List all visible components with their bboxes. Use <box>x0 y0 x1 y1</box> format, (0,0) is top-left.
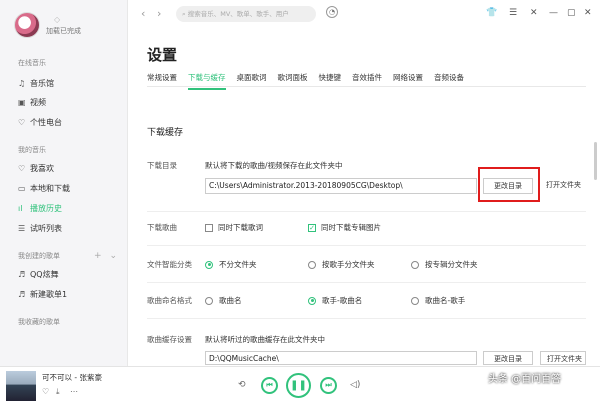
divider <box>147 245 586 246</box>
listen-recognize-icon[interactable]: ◔ <box>326 6 338 18</box>
sidebar-item-video[interactable]: ▣ 视频 <box>18 95 46 109</box>
checkbox-icon <box>205 223 213 232</box>
open-folder-button[interactable]: 打开文件夹 <box>540 178 586 194</box>
sidebar-item-playlist-new1[interactable]: ♬ 新建歌单1 <box>18 287 67 301</box>
naming-radio-song-artist[interactable]: 歌曲名-歌手 <box>411 295 465 306</box>
download-dir-path[interactable]: C:\Users\Administrator.2013-20180905CG\D… <box>205 178 477 194</box>
sidebar-item-playlist-qqxw[interactable]: ♬ QQ炫舞 <box>18 267 59 281</box>
classify-radio-none[interactable]: 不分文件夹 <box>205 259 257 270</box>
music-hall-icon: ♫ <box>18 78 26 88</box>
load-status: 加载已完成 <box>46 26 81 35</box>
section-collected-playlists[interactable]: 我收藏的歌单 <box>18 317 60 327</box>
tab-network[interactable]: 网络设置 <box>393 72 423 90</box>
radio-icon <box>308 260 316 269</box>
next-icon[interactable]: ⏭ <box>320 377 337 394</box>
tab-audio-device[interactable]: 音频设备 <box>434 72 464 90</box>
minimize-icon[interactable]: — <box>549 8 558 18</box>
checkmark-icon: ✓ <box>308 223 316 232</box>
sidebar-item-favorites[interactable]: ♡ 我喜欢 <box>18 161 54 175</box>
download-icon[interactable]: ⤓ <box>56 387 60 397</box>
like-icon[interactable]: ♡ <box>42 387 49 396</box>
heart-icon: ♡ <box>18 163 26 173</box>
section-created-playlists: 我创建的歌单 <box>18 252 60 260</box>
menu-icon[interactable]: ☰ <box>509 8 517 18</box>
sidebar-item-radio[interactable]: ♡ 个性电台 <box>18 115 62 129</box>
tab-download-cache[interactable]: 下载与缓存 <box>188 72 226 90</box>
avatar[interactable] <box>14 12 40 38</box>
radio-selected-icon <box>308 296 316 305</box>
sidebar-item-music-hall[interactable]: ♫ 音乐馆 <box>18 76 54 90</box>
tab-desktop-lyrics[interactable]: 桌面歌词 <box>237 72 267 90</box>
sidebar: ◇ 加载已完成 在线音乐 ♫ 音乐馆 ▣ 视频 ♡ 个性电台 我的音乐 ♡ 我喜… <box>0 0 128 366</box>
trial-icon: ☰ <box>18 223 26 233</box>
naming-radio-song[interactable]: 歌曲名 <box>205 295 242 306</box>
now-playing-title[interactable]: 可不可以 - 张紫豪 <box>42 372 102 383</box>
album-cover[interactable] <box>6 371 36 401</box>
loop-mode-icon[interactable]: ⟲ <box>238 380 246 390</box>
naming-radio-artist-song[interactable]: 歌手-歌曲名 <box>308 295 362 306</box>
mini-mode-icon[interactable]: ✕ <box>530 8 538 18</box>
radio-icon: ♡ <box>18 117 26 127</box>
classify-radio-artist[interactable]: 按歌手分文件夹 <box>308 259 375 270</box>
sidebar-item-trial-list[interactable]: ☰ 试听列表 <box>18 221 62 235</box>
sidebar-item-local-download[interactable]: ▭ 本地和下载 <box>18 181 70 195</box>
watermark: 头条 @百问百答 <box>488 374 562 385</box>
forward-icon[interactable]: › <box>157 7 161 20</box>
previous-icon[interactable]: ⏮ <box>261 377 278 394</box>
playlist-icon: ♬ <box>18 269 26 279</box>
playlist-icon: ♬ <box>18 289 26 299</box>
radio-selected-icon <box>205 260 213 269</box>
download-song-label: 下载歌曲 <box>147 223 177 232</box>
tab-general[interactable]: 常规设置 <box>147 72 177 90</box>
back-icon[interactable]: ‹ <box>141 7 145 20</box>
divider <box>147 211 586 212</box>
classify-label: 文件智能分类 <box>147 260 192 269</box>
download-cover-checkbox[interactable]: ✓ 同时下载专辑图片 <box>308 222 381 233</box>
download-lyrics-checkbox[interactable]: 同时下载歌词 <box>205 222 263 233</box>
cache-path[interactable]: D:\QQMusicCache\ <box>205 351 477 365</box>
radio-icon <box>411 296 419 305</box>
monitor-icon: ▭ <box>18 183 26 193</box>
profile[interactable]: ◇ 加载已完成 <box>14 12 81 38</box>
naming-label: 歌曲命名格式 <box>147 296 192 305</box>
radio-icon <box>205 296 213 305</box>
section-online-music: 在线音乐 <box>18 59 46 67</box>
change-cache-dir-button[interactable]: 更改目录 <box>483 351 533 365</box>
topbar: ‹ › ⌕ 搜索音乐、MV、歌单、歌手、用户 ◔ 👕 ☰ ✕ — ▢ ✕ <box>129 0 600 28</box>
divider <box>147 318 586 319</box>
history-icon: ıl <box>18 203 23 213</box>
page-title: 设置 <box>147 46 178 64</box>
download-dir-label: 下载目录 <box>147 161 177 170</box>
open-cache-folder-button[interactable]: 打开文件夹 <box>540 351 586 365</box>
scrollbar[interactable] <box>593 90 598 360</box>
classify-radio-album[interactable]: 按专辑分文件夹 <box>411 259 478 270</box>
tab-hotkeys[interactable]: 快捷键 <box>319 72 342 90</box>
maximize-icon[interactable]: ▢ <box>567 8 576 18</box>
download-dir-desc: 默认将下载的歌曲/视频保存在此文件夹中 <box>205 161 343 170</box>
tab-lyrics-panel[interactable]: 歌词面板 <box>278 72 308 90</box>
more-icon[interactable]: ⋯ <box>70 387 78 396</box>
sidebar-item-history[interactable]: ıl 播放历史 <box>18 201 62 215</box>
skin-icon[interactable]: 👕 <box>486 8 497 18</box>
tab-divider <box>147 86 586 87</box>
radio-icon <box>411 260 419 269</box>
close-icon[interactable]: ✕ <box>584 8 592 18</box>
cache-label: 歌曲缓存设置 <box>147 335 192 344</box>
section-my-music: 我的音乐 <box>18 146 46 154</box>
video-icon: ▣ <box>18 97 26 107</box>
cache-desc: 默认将听过的歌曲缓存在此文件夹中 <box>205 335 325 344</box>
section-title: 下载缓存 <box>147 128 184 138</box>
vip-diamond-icon[interactable]: ◇ <box>54 15 81 24</box>
add-playlist-icon[interactable]: + <box>94 251 102 261</box>
volume-icon[interactable]: ◁) <box>350 380 360 390</box>
divider <box>147 282 586 283</box>
settings-tabs: 常规设置 下载与缓存 桌面歌词 歌词面板 快捷键 音效插件 网络设置 音频设备 <box>147 72 475 90</box>
pause-icon[interactable]: ❚❚ <box>286 373 311 398</box>
search-input[interactable]: ⌕ 搜索音乐、MV、歌单、歌手、用户 <box>176 6 316 22</box>
highlight-box <box>478 167 540 202</box>
collapse-playlists-icon[interactable]: ⌄ <box>110 251 118 261</box>
tab-audio-plugins[interactable]: 音效插件 <box>352 72 382 90</box>
scrollbar-thumb[interactable] <box>594 142 597 180</box>
